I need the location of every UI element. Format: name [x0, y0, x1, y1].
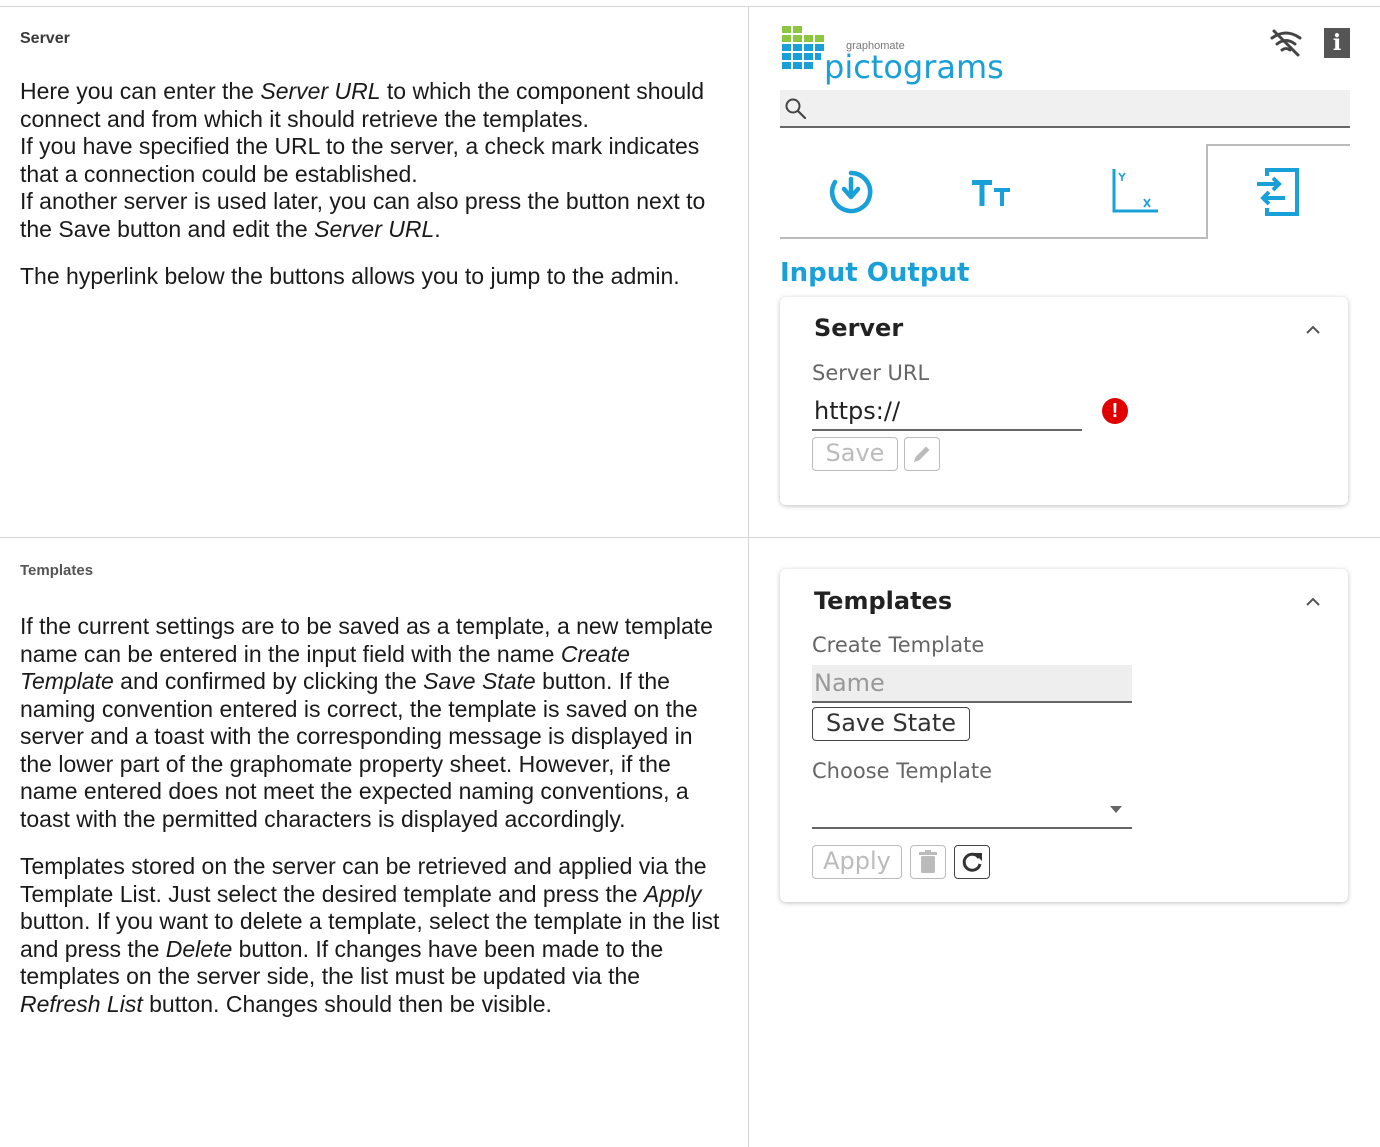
offline-icon[interactable] — [1268, 28, 1304, 62]
create-template-label: Create Template — [812, 633, 985, 657]
error-icon: ! — [1102, 398, 1128, 424]
choose-template-label: Choose Template — [812, 759, 993, 783]
templates-paragraph-2: Templates stored on the server can be re… — [20, 853, 720, 1018]
emphasis: Save State — [423, 668, 536, 694]
server-card-title: Server — [814, 314, 904, 342]
server-paragraph-1: Here you can enter the Server URL to whi… — [20, 78, 720, 243]
axis-icon — [1112, 169, 1158, 213]
tab-axis[interactable] — [1064, 144, 1206, 240]
emphasis: Refresh List — [20, 990, 143, 1017]
data-load-icon — [829, 170, 873, 214]
text-run: Templates stored on the server can be re… — [20, 853, 707, 907]
logo-product-text: pictograms — [824, 48, 1004, 86]
tab-data[interactable] — [780, 144, 922, 240]
server-section-title: Server — [20, 30, 70, 47]
server-url-input[interactable]: https:// — [812, 393, 1082, 431]
apply-button[interactable]: Apply — [812, 845, 902, 879]
emphasis: Apply — [643, 880, 702, 907]
table-border-vertical — [748, 6, 749, 1147]
tab-bar — [780, 144, 1350, 240]
template-name-input[interactable]: Name — [812, 665, 1132, 703]
templates-section-title: Templates — [20, 562, 94, 579]
table-border-top — [0, 6, 1380, 7]
text-run: button. Changes should then be visible. — [142, 990, 552, 1017]
search-icon — [785, 98, 807, 120]
server-url-label: Server URL — [812, 361, 930, 385]
server-card: Server Server URL https:// ! Save — [780, 297, 1348, 505]
refresh-icon — [962, 852, 982, 872]
pencil-icon — [914, 446, 930, 462]
templates-description: Templates If the current settings are to… — [20, 562, 720, 1018]
search-input[interactable] — [780, 90, 1350, 128]
save-state-button[interactable]: Save State — [812, 707, 970, 741]
table-border-middle — [0, 537, 1380, 538]
text-run: Here you can enter the — [20, 78, 261, 104]
text-run: If you have specified the URL to the ser… — [20, 133, 700, 187]
emphasis: Server URL — [260, 78, 381, 104]
input-output-icon — [1257, 168, 1299, 216]
dropdown-arrow-icon — [1110, 806, 1122, 813]
choose-template-select[interactable] — [812, 791, 1132, 829]
templates-paragraph-1: If the current settings are to be saved … — [20, 613, 720, 833]
edit-button[interactable] — [904, 437, 940, 471]
tab-input-output[interactable] — [1207, 144, 1349, 240]
text-run: . — [434, 215, 441, 242]
chevron-up-icon[interactable] — [1304, 321, 1322, 339]
tab-text[interactable] — [922, 144, 1064, 240]
delete-button[interactable] — [910, 845, 946, 879]
server-description: Server Here you can enter the Server URL… — [20, 30, 720, 291]
emphasis: Server URL — [314, 215, 435, 242]
server-paragraph-2: The hyperlink below the buttons allows y… — [20, 263, 680, 289]
section-heading: Input Output — [780, 258, 970, 288]
emphasis: Delete — [165, 935, 233, 962]
info-button[interactable]: i — [1324, 28, 1350, 58]
text-size-icon — [972, 180, 1010, 206]
chevron-up-icon[interactable] — [1304, 593, 1322, 611]
text-run: and confirmed by clicking the — [113, 668, 424, 694]
refresh-list-button[interactable] — [954, 845, 990, 879]
templates-card: Templates Create Template Name Save Stat… — [780, 569, 1348, 902]
templates-card-title: Templates — [814, 587, 953, 615]
save-button[interactable]: Save — [812, 437, 898, 471]
trash-icon — [919, 850, 937, 873]
